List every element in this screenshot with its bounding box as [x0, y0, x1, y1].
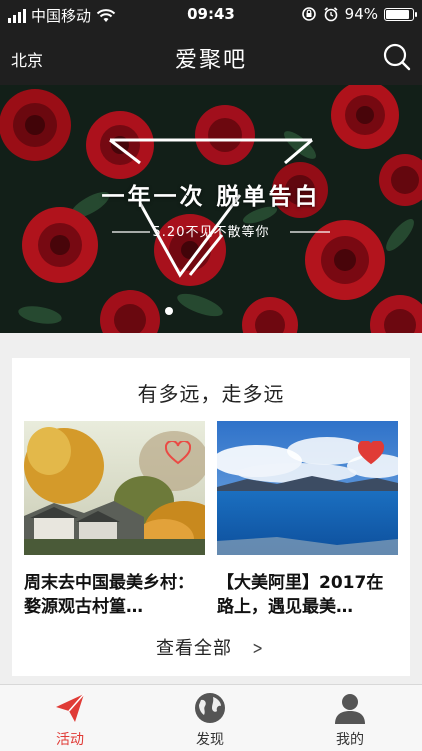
heart-icon[interactable] — [165, 441, 191, 465]
view-all-button[interactable]: 查看全部 > — [12, 634, 410, 660]
page-title: 爱聚吧 — [174, 48, 247, 73]
view-all-label: 查看全部 — [155, 638, 232, 659]
lake-photo — [217, 421, 398, 555]
battery-percent: 94% — [344, 5, 378, 23]
globe-icon — [195, 693, 225, 723]
tab-label: 我的 — [336, 732, 364, 748]
list-item[interactable]: 周末去中国最美乡村：婺源观古村篁… — [24, 421, 205, 619]
alarm-icon — [324, 7, 338, 22]
banner-title: 一年一次 脱单告白 — [101, 184, 321, 210]
status-right: 94% — [301, 5, 417, 23]
rotation-lock-icon — [301, 7, 316, 21]
item-title: 【大美阿里】2017在路上，遇见最美… — [217, 573, 384, 617]
banner-subtitle: 5.20不见不散等你 — [152, 225, 270, 240]
list-item[interactable]: 【大美阿里】2017在路上，遇见最美… — [217, 421, 398, 619]
tab-discover[interactable]: 发现 — [160, 691, 260, 749]
carousel-indicator[interactable] — [165, 307, 173, 315]
battery-icon — [384, 7, 417, 21]
section-title: 有多远，走多远 — [137, 382, 285, 406]
tab-profile[interactable]: 我的 — [300, 691, 400, 749]
village-photo — [24, 421, 205, 555]
destination-card: 有多远，走多远 周末去中国最美乡村：婺源观古村篁… 【大美阿里】2017在路上，… — [12, 358, 410, 676]
status-bar: 中国移动 09:43 94% — [0, 0, 422, 30]
chevron-right-icon: > — [252, 638, 264, 659]
item-title: 周末去中国最美乡村：婺源观古村篁… — [24, 573, 194, 617]
tab-label: 活动 — [56, 732, 84, 748]
paper-plane-icon — [56, 693, 85, 722]
nav-bar: 北京 爱聚吧 — [0, 30, 422, 85]
search-icon[interactable] — [382, 42, 412, 72]
tab-label: 发现 — [196, 732, 224, 748]
heart-icon[interactable] — [358, 441, 384, 465]
tab-activity[interactable]: 活动 — [20, 691, 120, 749]
tab-bar: 活动 发现 我的 — [0, 684, 422, 751]
promo-banner[interactable]: 一年一次 脱单告白 5.20不见不散等你 — [0, 85, 422, 333]
person-icon — [335, 694, 365, 724]
